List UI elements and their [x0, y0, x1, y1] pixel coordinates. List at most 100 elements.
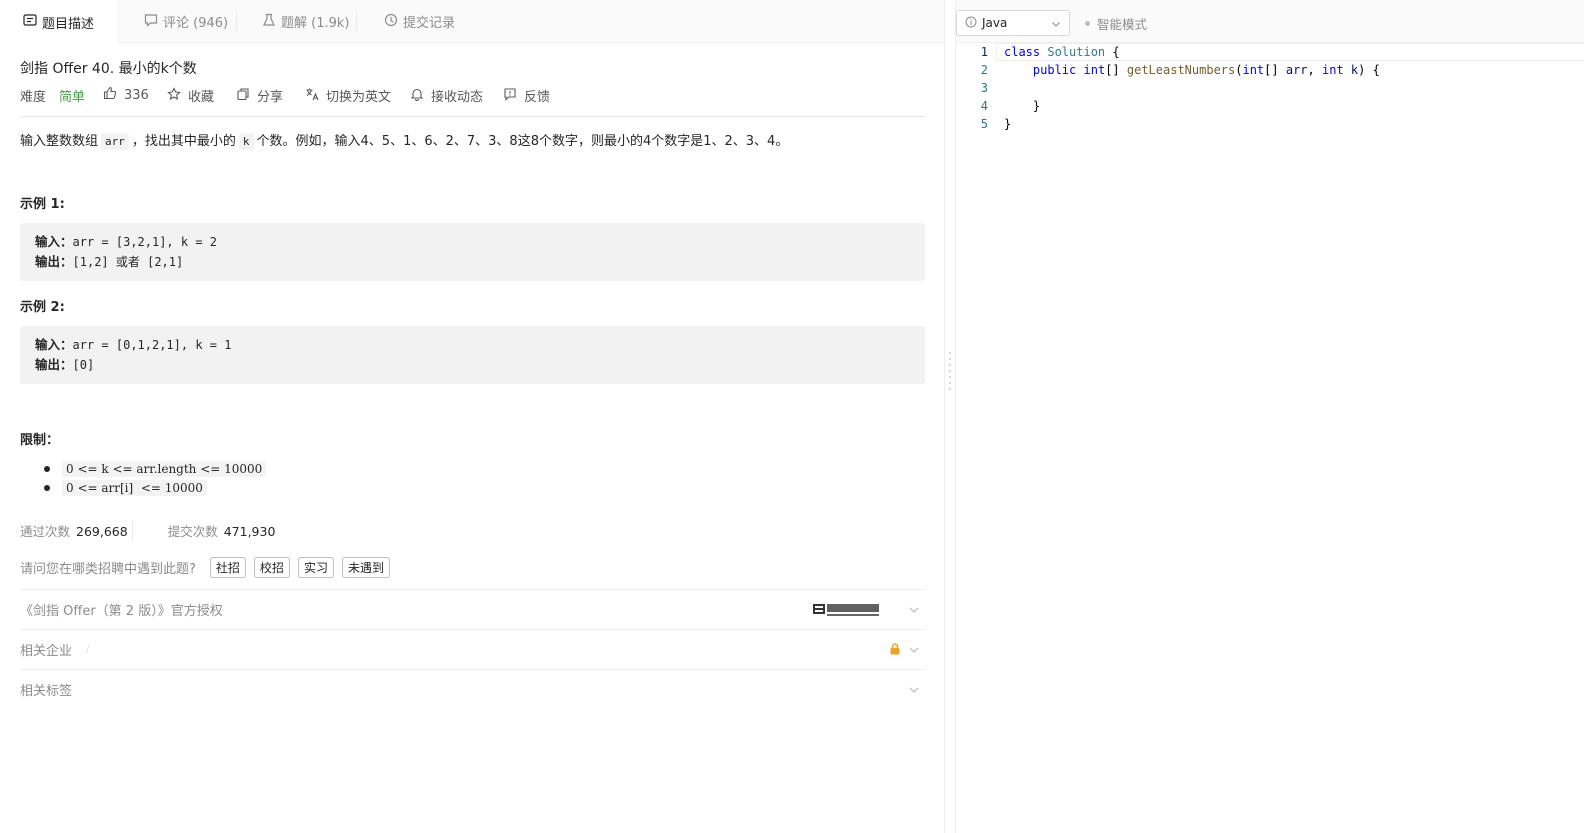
example-1-input: 输入：arr = [3,2,1], k = 2	[35, 232, 910, 252]
input-value: arr = [0,1,2,1], k = 1	[72, 338, 232, 352]
bullet	[44, 466, 50, 472]
drag-grip-icon	[949, 352, 951, 394]
survey-option-never[interactable]: 未遇到	[341, 557, 390, 578]
share-icon	[236, 87, 250, 105]
info-icon	[965, 16, 977, 31]
like-button[interactable]: 336	[103, 86, 149, 104]
info-slash-icon: /	[86, 644, 90, 655]
example-1-block: 输入：arr = [3,2,1], k = 2 输出：[1,2] 或者 [2,1…	[20, 223, 925, 281]
tab-solutions-label: 题解 (1.9k)	[281, 16, 350, 31]
chevron-down-icon	[908, 684, 920, 696]
problem-panel: 题目描述 评论 (946) 题解 (1.9k) 提交记录 剑指 Offer 40…	[0, 0, 944, 833]
example-1-output: 输出：[1,2] 或者 [2,1]	[35, 252, 910, 272]
survey-question: 请问您在哪类招聘中遇到此题?	[20, 562, 196, 577]
switch-english-label: 切换为英文	[326, 90, 392, 105]
example-2-output: 输出：[0]	[35, 355, 910, 375]
favorite-label: 收藏	[188, 90, 215, 105]
line-number: 4	[980, 99, 988, 113]
pane-resize-handle[interactable]	[944, 0, 956, 833]
tab-comments[interactable]: 评论 (946)	[144, 0, 228, 43]
example-2-title: 示例 2:	[20, 300, 65, 315]
feedback-label: 反馈	[524, 90, 551, 105]
output-value: [1,2] 或者 [2,1]	[72, 255, 184, 269]
tab-separator	[356, 13, 357, 31]
share-button[interactable]: 分享	[236, 86, 283, 105]
chevron-down-icon	[908, 604, 920, 616]
feedback-button[interactable]: 反馈	[503, 86, 550, 105]
status-dot	[1085, 21, 1090, 26]
submitted-count: 471,930	[223, 524, 276, 539]
editor-toolbar: Java 智能模式	[956, 0, 1584, 43]
comment-icon	[144, 13, 158, 31]
description-text: 个数。例如，输入4、5、1、6、2、7、3、8这8个数字，则最小的4个数字是1、…	[256, 134, 789, 149]
clock-icon	[384, 13, 398, 31]
language-select[interactable]: Java	[956, 10, 1070, 36]
limits-title: 限制：	[20, 433, 60, 448]
accepted-count: 269,668	[76, 524, 128, 539]
input-label: 输入：	[35, 337, 73, 352]
limit-item: 0 <= k <= arr.length <= 10000	[44, 461, 267, 477]
problem-description: 输入整数数组 arr ，找出其中最小的 k 个数。例如，输入4、5、1、6、2、7、3、…	[20, 130, 789, 150]
related-companies-section[interactable]: 相关企业 /	[20, 629, 925, 669]
feedback-icon	[503, 87, 517, 105]
input-value: arr = [3,2,1], k = 2	[72, 235, 218, 249]
line-number: 1	[980, 45, 988, 59]
problem-tabs: 题目描述 评论 (946) 题解 (1.9k) 提交记录	[0, 0, 944, 44]
switch-english-button[interactable]: 切换为英文	[305, 86, 391, 105]
survey-option-campus[interactable]: 校招	[253, 557, 290, 578]
related-tags-section[interactable]: 相关标签	[20, 669, 925, 709]
input-label: 输入：	[35, 234, 73, 249]
submitted-label: 提交次数	[167, 524, 218, 539]
license-label: 《剑指 Offer（第 2 版）》官方授权	[20, 604, 223, 619]
difficulty: 难度 简单	[20, 86, 85, 105]
limit-item: 0 <= arr[i] <= 10000	[44, 480, 207, 496]
language-value: Java	[982, 16, 1008, 30]
share-label: 分享	[257, 90, 284, 105]
thumbs-up-icon	[103, 86, 117, 104]
difficulty-label: 难度	[20, 90, 47, 105]
example-2-input: 输入：arr = [0,1,2,1], k = 1	[35, 335, 910, 355]
tab-solutions[interactable]: 题解 (1.9k)	[262, 0, 349, 43]
stats-divider	[132, 520, 133, 540]
tab-comments-label: 评论 (946)	[163, 16, 229, 31]
problem-title: 剑指 Offer 40. 最小的k个数	[20, 61, 197, 77]
tab-submissions[interactable]: 提交记录	[384, 0, 455, 43]
translate-icon	[305, 87, 319, 105]
code-line: }	[1004, 99, 1041, 113]
favorite-button[interactable]: 收藏	[167, 86, 214, 105]
survey-option-social[interactable]: 社招	[209, 557, 246, 578]
code-line: public int[] getLeastNumbers(int[] arr, …	[1032, 63, 1380, 77]
example-2-block: 输入：arr = [0,1,2,1], k = 1 输出：[0]	[20, 326, 925, 384]
limit-code: 0 <= arr[i] <= 10000	[62, 480, 207, 496]
tab-description[interactable]: 题目描述	[0, 0, 117, 44]
line-number: 5	[980, 117, 988, 131]
star-icon	[167, 86, 181, 105]
subscribe-label: 接收动态	[431, 90, 484, 105]
output-label: 输出：	[35, 357, 73, 372]
chevron-down-icon	[908, 644, 920, 656]
bell-icon	[410, 87, 424, 105]
tab-separator	[236, 13, 237, 31]
submission-stats: 通过次数 269,668 提交次数 471,930	[20, 521, 275, 539]
difficulty-badge: 简单	[59, 90, 86, 105]
smart-mode-label: 智能模式	[1097, 17, 1148, 32]
tags-label: 相关标签	[20, 684, 73, 699]
output-label: 输出：	[35, 254, 73, 269]
line-number: 2	[980, 63, 988, 77]
tab-submissions-label: 提交记录	[403, 16, 456, 31]
inline-code: k	[238, 133, 254, 150]
license-section[interactable]: 《剑指 Offer（第 2 版）》官方授权	[20, 589, 925, 629]
flask-icon	[262, 13, 276, 31]
companies-label: 相关企业	[20, 644, 73, 659]
code-editor[interactable]: 1 2 3 4 5 class Solution { public int[] …	[956, 43, 1584, 833]
bullet	[44, 485, 50, 491]
smart-mode-toggle[interactable]: 智能模式	[1085, 14, 1147, 33]
meta-divider	[20, 116, 925, 117]
subscribe-button[interactable]: 接收动态	[410, 86, 483, 105]
survey-option-intern[interactable]: 实习	[297, 557, 334, 578]
example-1-title: 示例 1:	[20, 197, 65, 212]
code-panel: Java 智能模式 1 2 3 4 5 class Solution { pub…	[956, 0, 1584, 833]
code-line: class Solution {	[1004, 45, 1120, 59]
publisher-logo	[813, 601, 881, 618]
tab-description-label: 题目描述	[41, 16, 94, 32]
